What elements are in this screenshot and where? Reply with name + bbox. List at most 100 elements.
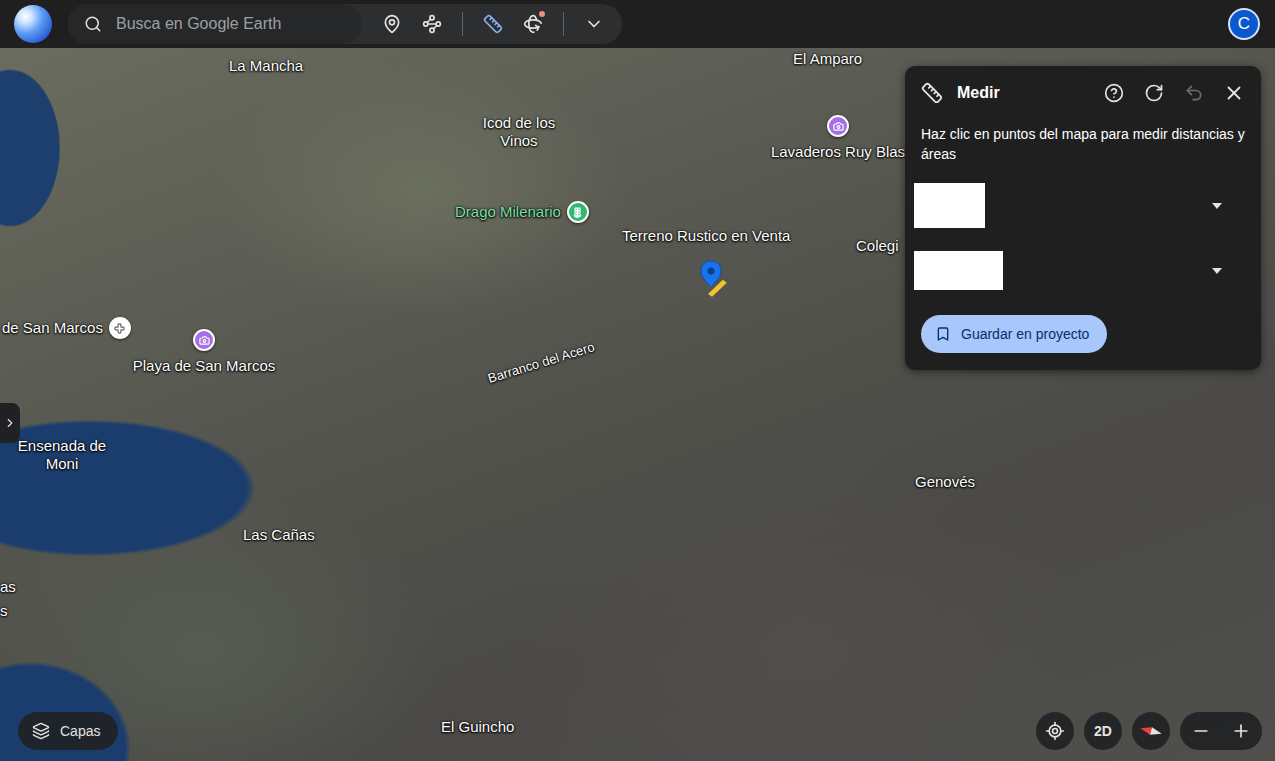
map-view[interactable]: La Mancha Icod de los Vinos El Amparo Lavad… — [0, 48, 1275, 761]
map-label[interactable]: Colegi — [856, 237, 899, 255]
panel-action-button[interactable] — [1139, 78, 1169, 108]
map-label-text: Drago Milenario — [455, 203, 561, 221]
my-location-button[interactable] — [1036, 712, 1074, 750]
undo-icon — [1184, 83, 1204, 103]
map-label-text: Lavaderos Ruy Blas — [771, 143, 905, 161]
dropdown-arrow-icon — [1211, 267, 1223, 275]
measure-value — [914, 251, 1003, 290]
measure-panel: Medir Haz clic en puntos del mapa para me… — [905, 66, 1261, 370]
placemark-pin[interactable] — [698, 260, 728, 300]
tool-button[interactable] — [414, 6, 450, 42]
ruler-icon — [483, 14, 503, 34]
compass-button[interactable] — [1132, 712, 1170, 750]
pin-icon — [698, 260, 728, 300]
search-icon — [84, 15, 102, 33]
save-to-project-button[interactable]: Guardar en proyecto — [921, 315, 1107, 353]
measure-value — [914, 183, 985, 228]
map-label[interactable]: Playa de San Marcos — [124, 329, 284, 375]
refresh-icon — [1144, 83, 1164, 103]
layers-button[interactable]: Capas — [18, 712, 118, 750]
bookmark-icon — [935, 326, 951, 342]
plus-icon — [1231, 721, 1251, 741]
ruler-icon — [921, 82, 943, 104]
map-label[interactable]: de San Marcos — [2, 317, 131, 339]
tool-button[interactable] — [515, 6, 551, 42]
map-label[interactable]: El Guincho — [441, 718, 514, 736]
close-icon — [1223, 82, 1245, 104]
map-label[interactable]: as — [0, 578, 16, 596]
map-label-text: Colegi — [856, 237, 899, 255]
panel-description: Haz clic en puntos del mapa para medir d… — [905, 120, 1261, 164]
poi-icon[interactable] — [567, 201, 589, 223]
search-placeholder: Busca en Google Earth — [116, 15, 281, 33]
chevron-down-icon — [584, 14, 604, 34]
measure-field[interactable] — [905, 251, 1261, 290]
map-label[interactable]: La Mancha — [229, 57, 303, 75]
map-label-text: Las Cañas — [243, 526, 315, 544]
panel-action-button[interactable] — [1179, 78, 1209, 108]
map-label-text: El Guincho — [441, 718, 514, 736]
view-mode-button[interactable]: 2D — [1084, 712, 1122, 750]
dropdown-arrow-icon — [1211, 202, 1223, 210]
map-label[interactable]: Terreno Rustico en Venta — [622, 227, 790, 245]
measure-field[interactable] — [905, 183, 1261, 228]
poi-icon[interactable] — [827, 115, 849, 137]
panel-actions — [1099, 78, 1249, 108]
save-button-label: Guardar en proyecto — [961, 326, 1089, 342]
map-label-text: El Amparo — [793, 50, 862, 68]
account-avatar[interactable]: C — [1228, 8, 1260, 40]
map-label[interactable]: Las Cañas — [243, 526, 315, 544]
map-label[interactable]: Icod de los Vinos — [472, 114, 566, 150]
zoom-out-button[interactable] — [1186, 716, 1216, 746]
tool-separator — [462, 12, 463, 36]
earth-logo-icon[interactable] — [14, 5, 52, 43]
map-label[interactable]: Drago Milenario — [455, 201, 589, 223]
tool-button[interactable] — [475, 6, 511, 42]
map-label-text: Genovés — [915, 473, 975, 491]
map-label-text: Playa de San Marcos — [133, 357, 276, 375]
map-label-text: as — [0, 578, 16, 596]
google-earth-app: Busca en Google Earth C La Mancha Icod de l… — [0, 0, 1275, 761]
top-bar: Busca en Google Earth C — [0, 0, 1275, 48]
panel-action-button[interactable] — [1219, 78, 1249, 108]
minus-icon — [1191, 721, 1211, 741]
map-label-text: Terreno Rustico en Venta — [622, 227, 790, 245]
layers-label: Capas — [60, 723, 100, 739]
map-label[interactable]: Ensenada de Moni — [14, 437, 110, 473]
map-controls: 2D — [1036, 712, 1262, 750]
path-icon — [422, 14, 442, 34]
measure-fields — [905, 183, 1261, 290]
side-panel-toggle[interactable] — [0, 403, 20, 443]
more-tools-button[interactable] — [576, 6, 612, 42]
compass-icon — [1138, 718, 1164, 744]
notification-badge — [539, 11, 545, 17]
zoom-in-button[interactable] — [1226, 716, 1256, 746]
poi-icon[interactable] — [109, 317, 131, 339]
panel-action-button[interactable] — [1099, 78, 1129, 108]
map-label-text: Ensenada de Moni — [14, 437, 110, 473]
placemark-icon — [382, 14, 402, 34]
zoom-control — [1180, 712, 1262, 750]
panel-title: Medir — [957, 84, 1085, 102]
chevron-right-icon — [3, 416, 17, 430]
map-label-text: Icod de los Vinos — [472, 114, 566, 150]
tool-group — [362, 6, 612, 42]
map-label[interactable]: Genovés — [915, 473, 975, 491]
map-label[interactable]: s — [0, 602, 8, 620]
map-label-text: de San Marcos — [2, 319, 103, 337]
rotate-3d-icon — [523, 14, 543, 34]
map-label-text: Barranco del Acero — [486, 338, 597, 388]
map-label[interactable]: Lavaderos Ruy Blas — [762, 115, 914, 161]
tool-separator — [563, 12, 564, 36]
panel-header: Medir — [905, 66, 1261, 120]
layers-icon — [32, 722, 50, 740]
poi-icon[interactable] — [193, 329, 215, 351]
tool-button[interactable] — [374, 6, 410, 42]
map-label-text: s — [0, 602, 8, 620]
help-icon — [1104, 83, 1124, 103]
search-field[interactable]: Busca en Google Earth — [68, 4, 362, 44]
map-label[interactable]: El Amparo — [793, 50, 862, 68]
locate-icon — [1045, 721, 1065, 741]
search-toolbar: Busca en Google Earth — [68, 4, 622, 44]
map-label[interactable]: Barranco del Acero — [486, 338, 597, 388]
